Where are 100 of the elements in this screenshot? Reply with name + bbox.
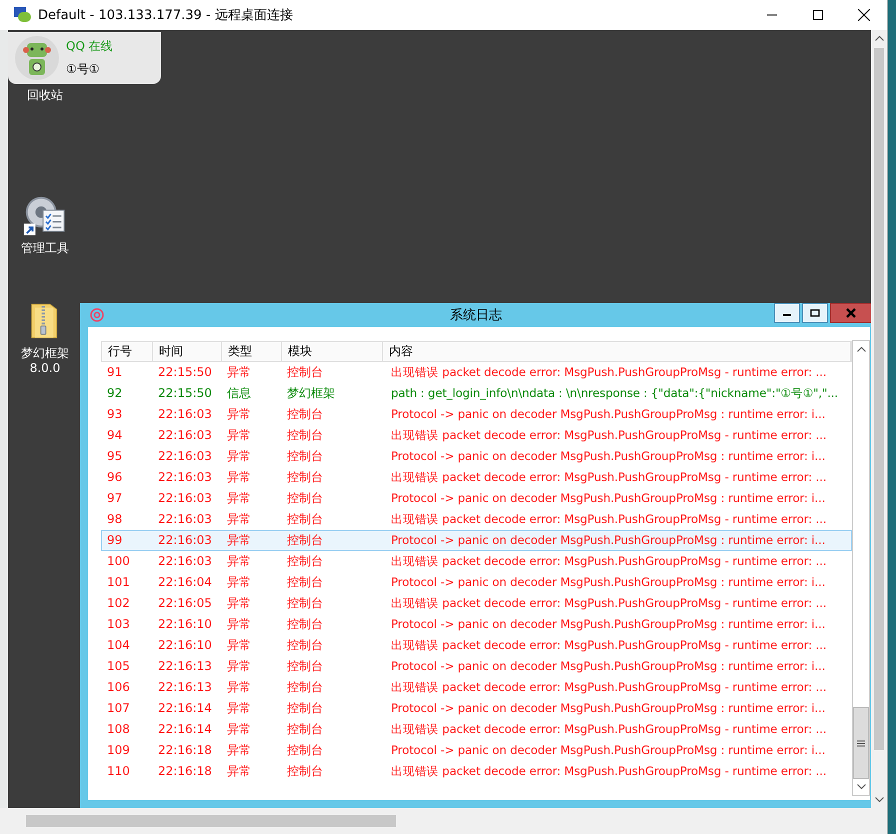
- log-row[interactable]: 97 22:16:03 异常 控制台 Protocol -> panic on decoder MsgPush.PushGroupProMsg : runtime error: i...: [101, 488, 852, 509]
- table-cell-text: 出现错误 packet decode error: MsgPush.PushGroupProMsg - runtime error: ...: [390, 469, 828, 486]
- table-cell-text: 控制台: [286, 406, 324, 423]
- close-icon: [858, 9, 870, 21]
- log-row[interactable]: 105 22:16:13 异常 控制台 Protocol -> panic on decoder MsgPush.PushGroupProMsg : runtime error: i...: [101, 656, 852, 677]
- table-cell-text: 异常: [226, 721, 252, 738]
- table-cell-text: path : get_login_info\n\ndata : \n\nresponse : {"data":{"nickname":"①号①","...: [390, 385, 839, 402]
- table-cell-text: 96: [106, 469, 124, 486]
- table-cell-text: 异常: [226, 364, 252, 381]
- maximize-icon: [810, 309, 820, 317]
- table-cell-text: 91: [106, 364, 124, 381]
- grip-icon[interactable]: [857, 740, 865, 746]
- table-cell-text: 22:16:03: [157, 406, 213, 423]
- desktop-icon-label[interactable]: 回收站: [27, 88, 63, 103]
- maximize-icon: [813, 10, 823, 20]
- remote-desktop-icon: [14, 7, 32, 23]
- log-row[interactable]: 101 22:16:04 异常 控制台 Protocol -> panic on decoder MsgPush.PushGroupProMsg : runtime error: i...: [101, 572, 852, 593]
- table-cell-text: 异常: [226, 427, 252, 444]
- table-cell-text: 异常: [226, 658, 252, 675]
- log-window-title: 系统日志: [450, 307, 502, 324]
- table-cell-text: 22:16:14: [157, 700, 213, 717]
- table-cell-text: Protocol -> panic on decoder MsgPush.PushGroupProMsg : runtime error: i...: [390, 406, 826, 423]
- log-row[interactable]: 106 22:16:13 异常 控制台 出现错误 packet decode error: MsgPush.PushGroupProMsg - runtime error: ...: [101, 677, 852, 698]
- qq-nickname: ①号①: [66, 61, 101, 78]
- table-cell-text: 110: [106, 763, 131, 780]
- close-icon: [845, 308, 857, 318]
- minimize-button[interactable]: [774, 303, 800, 323]
- desktop-icon-label[interactable]: 管理工具: [21, 241, 69, 256]
- log-row[interactable]: 109 22:16:18 异常 控制台 Protocol -> panic on decoder MsgPush.PushGroupProMsg : runtime error: i...: [101, 740, 852, 761]
- log-row[interactable]: 98 22:16:03 异常 控制台 出现错误 packet decode error: MsgPush.PushGroupProMsg - runtime error: ...: [101, 509, 852, 530]
- log-row[interactable]: 103 22:16:10 异常 控制台 Protocol -> panic on decoder MsgPush.PushGroupProMsg : runtime error: i...: [101, 614, 852, 635]
- table-cell-text: 控制台: [286, 448, 324, 465]
- table-cell-text: 95: [106, 448, 124, 465]
- table-cell-text: 出现错误 packet decode error: MsgPush.PushGroupProMsg - runtime error: ...: [390, 511, 828, 528]
- table-cell-text: 出现错误 packet decode error: MsgPush.PushGroupProMsg - runtime error: ...: [390, 679, 828, 696]
- scrollbar[interactable]: [852, 340, 870, 796]
- log-row[interactable]: 94 22:16:03 异常 控制台 出现错误 packet decode error: MsgPush.PushGroupProMsg - runtime error: ...: [101, 425, 852, 446]
- table-cell-text: 控制台: [286, 595, 324, 612]
- table-cell-text: 22:16:03: [157, 553, 213, 570]
- column-header[interactable]: 类型: [222, 342, 282, 361]
- table-cell-text: 92: [106, 385, 124, 402]
- table-cell-text: 出现错误 packet decode error: MsgPush.PushGroupProMsg - runtime error: ...: [390, 595, 828, 612]
- desktop-icon-label[interactable]: 梦幻框架 8.0.0: [21, 346, 69, 376]
- table-cell-text: Protocol -> panic on decoder MsgPush.PushGroupProMsg : runtime error: i...: [390, 532, 826, 549]
- table-cell-text: 控制台: [286, 574, 324, 591]
- scrollbar[interactable]: [0, 808, 887, 834]
- log-row[interactable]: 107 22:16:14 异常 控制台 Protocol -> panic on decoder MsgPush.PushGroupProMsg : runtime error: i...: [101, 698, 852, 719]
- table-cell-text: 105: [106, 658, 131, 675]
- table-cell-text: 22:16:03: [157, 490, 213, 507]
- log-row[interactable]: 102 22:16:05 异常 控制台 出现错误 packet decode error: MsgPush.PushGroupProMsg - runtime error: ...: [101, 593, 852, 614]
- table-cell-text: 109: [106, 742, 131, 759]
- scroll-up-icon[interactable]: [856, 346, 866, 352]
- table-cell-text: 94: [106, 427, 124, 444]
- scrollbar[interactable]: [871, 30, 887, 808]
- table-cell-text: 控制台: [286, 553, 324, 570]
- table-cell-text: 控制台: [286, 532, 324, 549]
- log-row[interactable]: 104 22:16:10 异常 控制台 出现错误 packet decode error: MsgPush.PushGroupProMsg - runtime error: ...: [101, 635, 852, 656]
- table-cell-text: 信息: [226, 385, 252, 402]
- table-cell-text: 97: [106, 490, 124, 507]
- table-cell-text: 梦幻框架: [286, 385, 336, 402]
- log-row[interactable]: 110 22:16:18 异常 控制台 出现错误 packet decode error: MsgPush.PushGroupProMsg - runtime error: ...: [101, 761, 852, 782]
- table-cell-text: 异常: [226, 532, 252, 549]
- log-row[interactable]: 108 22:16:14 异常 控制台 出现错误 packet decode error: MsgPush.PushGroupProMsg - runtime error: ...: [101, 719, 852, 740]
- maximize-button[interactable]: [802, 303, 828, 323]
- table-cell-text: 控制台: [286, 700, 324, 717]
- table-cell-text: 22:16:13: [157, 679, 213, 696]
- table-cell-text: 98: [106, 511, 124, 528]
- log-row[interactable]: 92 22:15:50 信息 梦幻框架 path : get_login_info\n\ndata : \n\nresponse : {"data":{"nickname":"①号①","...: [101, 383, 852, 404]
- log-row[interactable]: 95 22:16:03 异常 控制台 Protocol -> panic on decoder MsgPush.PushGroupProMsg : runtime error: i...: [101, 446, 852, 467]
- robot-avatar-icon: [14, 35, 60, 81]
- table-cell-text: 控制台: [286, 637, 324, 654]
- table-cell-text: 99: [106, 532, 124, 549]
- column-header[interactable]: 行号: [102, 342, 153, 361]
- log-row[interactable]: 91 22:15:50 异常 控制台 出现错误 packet decode error: MsgPush.PushGroupProMsg - runtime error: ...: [101, 362, 852, 383]
- table-cell-text: 异常: [226, 763, 252, 780]
- table-cell-text: 103: [106, 616, 131, 633]
- log-row[interactable]: 96 22:16:03 异常 控制台 出现错误 packet decode error: MsgPush.PushGroupProMsg - runtime error: ...: [101, 467, 852, 488]
- table-cell-text: Protocol -> panic on decoder MsgPush.PushGroupProMsg : runtime error: i...: [390, 616, 826, 633]
- scroll-up-icon[interactable]: [874, 35, 884, 41]
- log-row[interactable]: 100 22:16:03 异常 控制台 出现错误 packet decode error: MsgPush.PushGroupProMsg - runtime error: ...: [101, 551, 852, 572]
- column-header[interactable]: 内容: [383, 342, 851, 361]
- table-cell-text: Protocol -> panic on decoder MsgPush.PushGroupProMsg : runtime error: i...: [390, 490, 826, 507]
- table-cell-text: 控制台: [286, 679, 324, 696]
- table-cell-text: 异常: [226, 742, 252, 759]
- table-cell-text: 出现错误 packet decode error: MsgPush.PushGroupProMsg - runtime error: ...: [390, 364, 828, 381]
- window-title: Default - 103.133.177.39 - 远程桌面连接: [38, 7, 293, 24]
- table-cell-text: 22:16:10: [157, 637, 213, 654]
- table-cell-text: 出现错误 packet decode error: MsgPush.PushGroupProMsg - runtime error: ...: [390, 763, 828, 780]
- table-cell-text: 22:16:03: [157, 469, 213, 486]
- table-cell-text: 22:15:50: [157, 364, 213, 381]
- column-header[interactable]: 时间: [153, 342, 222, 361]
- table-cell-text: 出现错误 packet decode error: MsgPush.PushGroupProMsg - runtime error: ...: [390, 637, 828, 654]
- table-cell-text: 异常: [226, 448, 252, 465]
- table-cell-text: 22:15:50: [157, 385, 213, 402]
- table-cell-text: 异常: [226, 616, 252, 633]
- table-cell-text: 异常: [226, 406, 252, 423]
- log-row[interactable]: 99 22:16:03 异常 控制台 Protocol -> panic on decoder MsgPush.PushGroupProMsg : runtime error: i...: [101, 530, 852, 551]
- log-row[interactable]: 93 22:16:03 异常 控制台 Protocol -> panic on decoder MsgPush.PushGroupProMsg : runtime error: i...: [101, 404, 852, 425]
- table-cell-text: 22:16:18: [157, 763, 213, 780]
- column-header[interactable]: 模块: [282, 342, 383, 361]
